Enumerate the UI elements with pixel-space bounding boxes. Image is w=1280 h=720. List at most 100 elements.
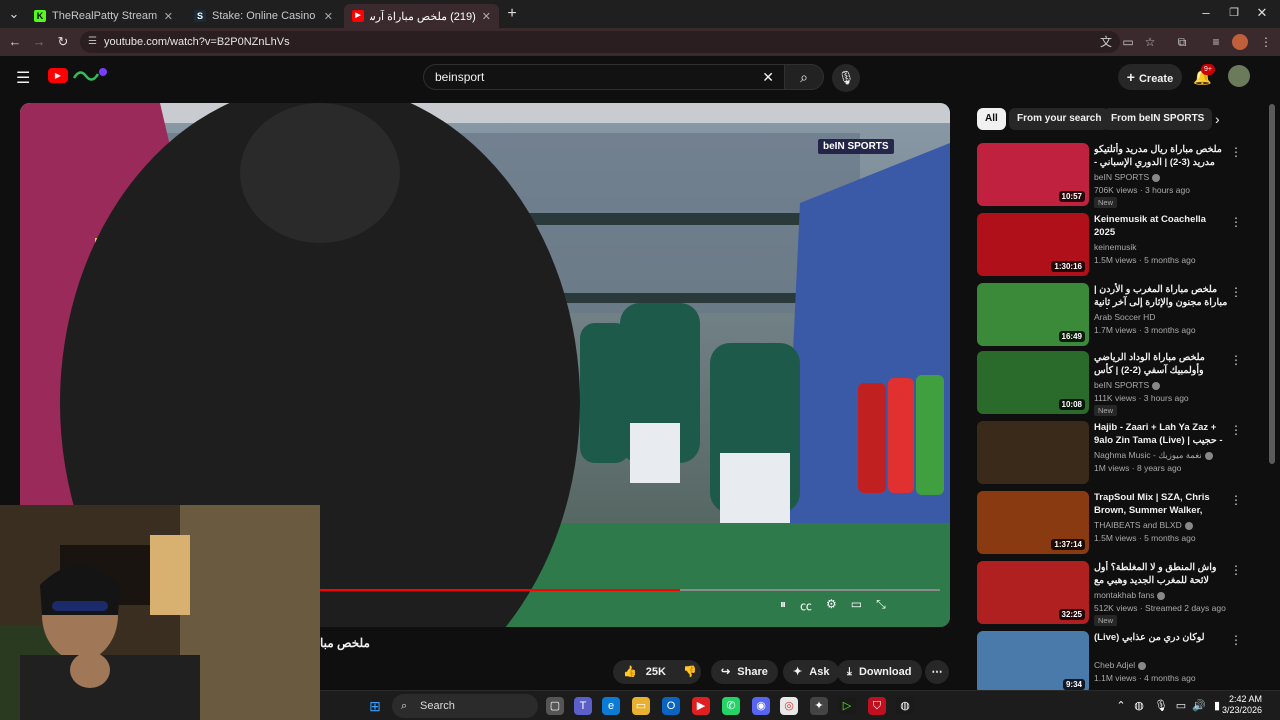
site-info-icon[interactable]: ☰	[88, 31, 97, 53]
reload-icon[interactable]: ↻	[55, 34, 71, 50]
video-thumbnail[interactable]: 1:30:16	[977, 213, 1089, 276]
menu-icon[interactable]: ☰	[16, 68, 30, 88]
share-button[interactable]: ↪ Share	[711, 660, 778, 684]
clear-search-icon[interactable]: ✕	[762, 65, 774, 89]
back-icon[interactable]: ←	[7, 34, 23, 50]
chip-from-your-search[interactable]: From your search	[1009, 108, 1110, 130]
obs-icon[interactable]: ◍	[896, 697, 914, 715]
pause-icon[interactable]: ⏸	[780, 597, 786, 619]
account-avatar[interactable]	[1228, 65, 1250, 87]
video-thumbnail[interactable]: 10:08	[977, 351, 1089, 414]
clock[interactable]: 2:42 AM 3/23/2026	[1206, 694, 1262, 716]
obs-tray-icon[interactable]: ◍	[1130, 697, 1148, 715]
create-button[interactable]: + Create	[1118, 64, 1182, 90]
window-close-icon[interactable]: ✕	[1254, 5, 1270, 21]
page-scrollbar[interactable]	[1268, 64, 1276, 684]
more-options-icon[interactable]: ⋮	[1230, 423, 1242, 437]
whatsapp-icon[interactable]: ✆	[722, 697, 740, 715]
recommendation-title[interactable]: Hajib - Zaari + Lah Ya Zaz + 9alo Zin Ta…	[1094, 421, 1228, 447]
app-icon[interactable]: ✦	[810, 697, 828, 715]
more-actions-button[interactable]: ⋯	[925, 660, 949, 684]
download-button[interactable]: ⤓ Download	[837, 660, 922, 684]
video-thumbnail[interactable]: 32:25	[977, 561, 1089, 624]
close-icon[interactable]: ✕	[482, 10, 491, 23]
recommendation-channel[interactable]: beIN SPORTS	[1094, 380, 1161, 390]
url-field[interactable]: ☰ youtube.com/watch?v=B2P0NZnLhVs	[80, 31, 1120, 53]
more-options-icon[interactable]: ⋮	[1230, 353, 1242, 367]
recommendation-channel[interactable]: beIN SPORTS	[1094, 172, 1161, 182]
more-options-icon[interactable]: ⋮	[1230, 633, 1242, 647]
ask-button[interactable]: ✦ Ask	[783, 660, 840, 684]
recommendation-title[interactable]: واش المنطق و لا المغلطة؟ أول لائحة للمغر…	[1094, 561, 1228, 587]
doodle-logo[interactable]	[72, 66, 108, 84]
browser-menu-icon[interactable]: ⋮	[1258, 34, 1274, 50]
network-icon[interactable]: ▭	[1172, 697, 1190, 715]
like-button[interactable]: 👍 25K 👎	[613, 660, 701, 684]
scrollbar-thumb[interactable]	[1269, 104, 1275, 464]
video-thumbnail[interactable]: 9:34	[977, 631, 1089, 694]
cast-icon[interactable]: ▭	[1120, 34, 1136, 50]
miniplayer-icon[interactable]: ▭	[851, 597, 862, 619]
recommendation-item[interactable]: 32:25 واش المنطق و لا المغلطة؟ أول لائحة …	[977, 561, 1247, 626]
video-thumbnail[interactable]: 10:57	[977, 143, 1089, 206]
extensions-icon[interactable]: ⧉	[1174, 34, 1190, 50]
search-input[interactable]: beinsport ✕	[423, 64, 785, 90]
more-options-icon[interactable]: ⋮	[1230, 145, 1242, 159]
tab-search-icon[interactable]: ⌄	[6, 6, 22, 22]
chip-from-bein-sports[interactable]: From beIN SPORTS	[1103, 108, 1213, 130]
mic-tray-icon[interactable]: 🎙	[1152, 697, 1170, 715]
more-options-icon[interactable]: ⋮	[1230, 563, 1242, 577]
more-options-icon[interactable]: ⋮	[1230, 493, 1242, 507]
search-button[interactable]: ⌕	[784, 64, 824, 90]
recommendation-title[interactable]: (Live) لوكان دري من عذابي	[1094, 631, 1228, 644]
close-icon[interactable]: ✕	[164, 10, 173, 23]
outlook-icon[interactable]: O	[662, 697, 680, 715]
recommendation-channel[interactable]: Naghma Music - نغمة ميوزيك	[1094, 450, 1213, 461]
file-explorer-icon[interactable]: ▭	[632, 697, 650, 715]
close-icon[interactable]: ✕	[324, 10, 333, 23]
recommendation-item[interactable]: 9:34 (Live) لوكان دري من عذابي Cheb Adjel 1…	[977, 631, 1247, 695]
recommendation-channel[interactable]: montakhab fans	[1094, 590, 1166, 600]
bookmark-star-icon[interactable]: ☆	[1142, 34, 1158, 50]
edge-icon[interactable]: e	[602, 697, 620, 715]
windows-start-icon[interactable]: ⊞	[366, 697, 384, 715]
captions-icon[interactable]: ㏄	[800, 597, 812, 619]
taskbar-search[interactable]: ⌕ Search	[392, 694, 538, 718]
more-options-icon[interactable]: ⋮	[1230, 285, 1242, 299]
tray-chevron-icon[interactable]: ⌃	[1112, 697, 1130, 715]
tab-stake[interactable]: S Stake: Online Casino & Sports B ✕	[186, 4, 341, 28]
fullscreen-exit-icon[interactable]: ⤡	[876, 597, 886, 619]
video-thumbnail[interactable]: 1:37:14	[977, 491, 1089, 554]
recommendation-channel[interactable]: THAIBEATS and BLXD	[1094, 520, 1193, 530]
youtube-app-icon[interactable]: ▶	[692, 697, 710, 715]
forward-icon[interactable]: →	[31, 34, 47, 50]
recommendation-item[interactable]: Hajib - Zaari + Lah Ya Zaz + 9alo Zin Ta…	[977, 421, 1247, 485]
recommendation-title[interactable]: ملخص مباراة الوداد الرياضي وأولمبيك آسفي…	[1094, 351, 1228, 377]
shield-icon[interactable]: ⛉	[868, 697, 886, 715]
youtube-logo-icon[interactable]: ▶	[48, 68, 68, 83]
tab-youtube[interactable]: ▶ (219) ملخص مباراة آرسنال ومانش ✕	[344, 4, 499, 28]
recommendation-title[interactable]: Keinemusik at Coachella 2025	[1094, 213, 1228, 239]
profile-avatar[interactable]	[1232, 34, 1248, 50]
voice-search-button[interactable]: 🎙	[832, 64, 860, 92]
maximize-icon[interactable]: ❐	[1226, 5, 1242, 21]
recommendation-title[interactable]: ملخص مباراة المغرب و الأردن | مباراة مجن…	[1094, 283, 1228, 309]
recommendation-item[interactable]: 10:57 ملخص مباراة ريال مدريد وأتلتيكو مدر…	[977, 143, 1247, 208]
chip-all[interactable]: All	[977, 108, 1006, 130]
tab-kick[interactable]: K TheRealPatty Stream - Watch Li ✕	[26, 4, 181, 28]
chrome-icon[interactable]: ◎	[780, 697, 798, 715]
new-tab-icon[interactable]: +	[504, 6, 520, 22]
more-options-icon[interactable]: ⋮	[1230, 215, 1242, 229]
recommendation-channel[interactable]: Cheb Adjel	[1094, 660, 1147, 670]
recommendation-title[interactable]: TrapSoul Mix | SZA, Chris Brown, Summer …	[1094, 491, 1228, 517]
chevron-right-icon[interactable]: ›	[1215, 111, 1220, 127]
video-thumbnail[interactable]	[977, 421, 1089, 484]
recommendation-title[interactable]: ملخص مباراة ريال مدريد وأتلتيكو مدريد (3…	[1094, 143, 1228, 169]
reading-list-icon[interactable]: ≡	[1208, 34, 1224, 50]
discord-icon[interactable]: ◉	[752, 697, 770, 715]
task-view-icon[interactable]: ▢	[546, 697, 564, 715]
recommendation-item[interactable]: 10:08 ملخص مباراة الوداد الرياضي وأولمبيك…	[977, 351, 1247, 416]
recommendation-item[interactable]: 1:37:14 TrapSoul Mix | SZA, Chris Brown, …	[977, 491, 1247, 555]
video-thumbnail[interactable]: 16:49	[977, 283, 1089, 346]
kick-app-icon[interactable]: ▷	[838, 697, 856, 715]
